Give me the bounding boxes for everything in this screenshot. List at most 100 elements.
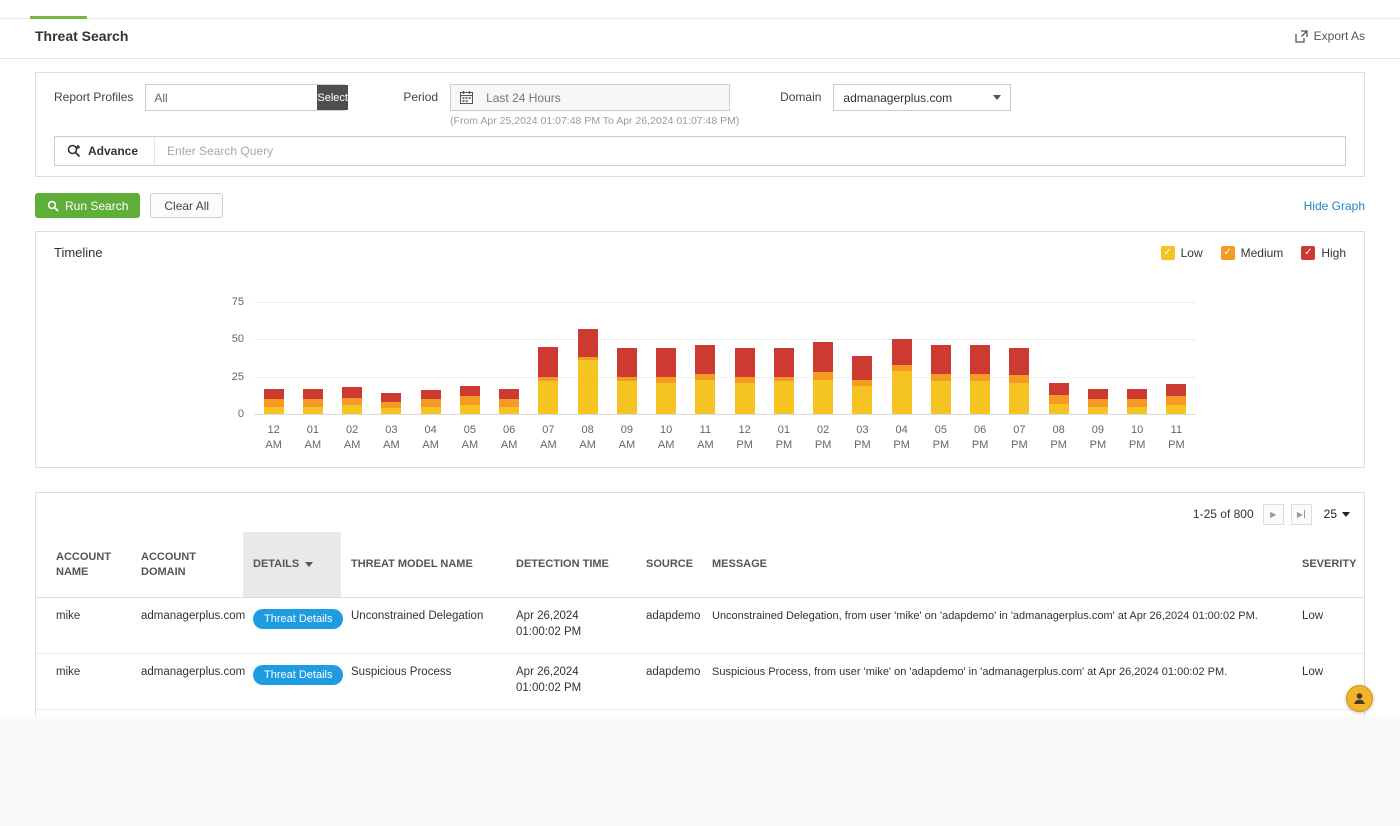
advance-search-button[interactable]: Advance <box>55 137 155 165</box>
bar-area <box>1088 284 1108 414</box>
chart-slot: 07PM <box>1000 284 1039 453</box>
bar-segment-low <box>421 407 441 415</box>
select-button[interactable]: Select <box>317 85 348 110</box>
bar-segment-medium <box>970 374 990 382</box>
stacked-bar[interactable] <box>735 348 755 414</box>
col-message: MESSAGE <box>702 532 1292 598</box>
domain-select[interactable]: admanagerplus.com <box>833 84 1011 111</box>
legend-item-medium[interactable]: ✓Medium <box>1221 246 1284 260</box>
stacked-bar[interactable] <box>499 389 519 415</box>
stacked-bar[interactable] <box>1049 383 1069 415</box>
bar-segment-high <box>303 389 323 400</box>
chart-slot: 01AM <box>293 284 332 453</box>
stacked-bar[interactable] <box>1166 384 1186 414</box>
chart-slot: 09PM <box>1078 284 1117 453</box>
pagination-bar: 1-25 of 800 ▶ ▶ 25 <box>36 493 1364 532</box>
stacked-bar[interactable] <box>970 345 990 414</box>
last-page-button[interactable]: ▶ <box>1291 504 1312 525</box>
bar-area <box>303 284 323 414</box>
filter-panel: Report Profiles Select Period Last 24 Ho… <box>35 72 1365 177</box>
chart-slots: 12AM01AM02AM03AM04AM05AM06AM07AM08AM09AM… <box>254 284 1196 453</box>
cell-account-name: mike <box>36 598 131 654</box>
col-account-name: ACCOUNT NAME <box>36 532 131 598</box>
bar-segment-low <box>1009 383 1029 415</box>
stacked-bar[interactable] <box>617 348 637 414</box>
legend-checkbox-medium-icon[interactable]: ✓ <box>1221 246 1235 260</box>
stacked-bar[interactable] <box>381 393 401 414</box>
x-axis-label: 01PM <box>776 423 793 453</box>
stacked-bar[interactable] <box>774 348 794 414</box>
legend-item-high[interactable]: ✓High <box>1301 246 1346 260</box>
threat-table-body: mike admanagerplus.com Threat Details Un… <box>36 598 1364 716</box>
bar-segment-low <box>342 405 362 414</box>
stacked-bar[interactable] <box>538 347 558 415</box>
cell-source: adapdemo <box>636 598 702 654</box>
timeline-panel: Timeline ✓Low✓Medium✓High 12AM01AM02AM03… <box>35 231 1365 468</box>
page-size-value: 25 <box>1324 507 1337 521</box>
stacked-bar[interactable] <box>1088 389 1108 415</box>
legend-checkbox-high-icon[interactable]: ✓ <box>1301 246 1315 260</box>
cell-details: Threat Details <box>243 710 341 716</box>
run-search-button[interactable]: Run Search <box>35 193 140 218</box>
advanced-search-bar: Advance <box>54 136 1346 166</box>
bar-segment-low <box>1088 407 1108 415</box>
stacked-bar[interactable] <box>460 386 480 415</box>
stacked-bar[interactable] <box>421 390 441 414</box>
bar-segment-high <box>538 347 558 377</box>
stacked-bar[interactable] <box>695 345 715 414</box>
stacked-bar[interactable] <box>1009 348 1029 414</box>
bar-segment-medium <box>1127 399 1147 407</box>
stacked-bar[interactable] <box>342 387 362 414</box>
bar-segment-low <box>852 386 872 415</box>
col-details[interactable]: DETAILS <box>243 532 341 598</box>
support-bot-button[interactable] <box>1346 685 1373 712</box>
x-axis-label: 07PM <box>1011 423 1028 453</box>
cell-detection-time: Apr 26,2024 01:00:02 PM <box>506 710 636 716</box>
bar-area <box>735 284 755 414</box>
threat-details-button[interactable]: Threat Details <box>253 665 343 685</box>
period-block: Last 24 Hours (From Apr 25,2024 01:07:48… <box>450 84 730 127</box>
x-axis-label: 04AM <box>422 423 439 453</box>
stacked-bar[interactable] <box>656 348 676 414</box>
threat-details-button[interactable]: Threat Details <box>253 609 343 629</box>
bar-segment-high <box>1127 389 1147 400</box>
legend-item-low[interactable]: ✓ Low <box>1161 246 1203 260</box>
bar-area <box>656 284 676 414</box>
bar-area <box>538 284 558 414</box>
advance-search-icon <box>67 144 81 158</box>
stacked-bar[interactable] <box>813 342 833 414</box>
search-query-input[interactable] <box>155 137 1345 165</box>
hide-graph-link[interactable]: Hide Graph <box>1304 199 1365 213</box>
bar-segment-high <box>578 329 598 358</box>
report-profiles-field[interactable]: Select <box>145 84 345 111</box>
bar-area <box>617 284 637 414</box>
stacked-bar[interactable] <box>264 389 284 415</box>
bar-segment-low <box>735 383 755 415</box>
chart-slot: 04AM <box>411 284 450 453</box>
cell-threat-model: Suspicious Process <box>341 654 506 710</box>
bar-segment-low <box>460 405 480 414</box>
x-axis-label: 02PM <box>815 423 832 453</box>
x-axis-label: 05PM <box>933 423 950 453</box>
page-size-dropdown[interactable]: 25 <box>1324 507 1350 521</box>
export-as-button[interactable]: Export As <box>1295 29 1365 43</box>
stacked-bar[interactable] <box>303 389 323 415</box>
report-profiles-input[interactable] <box>146 85 317 110</box>
stacked-bar[interactable] <box>931 345 951 414</box>
legend-checkbox-low-icon[interactable]: ✓ <box>1161 246 1175 260</box>
stacked-bar[interactable] <box>892 339 912 414</box>
stacked-bar[interactable] <box>1127 389 1147 415</box>
legend-label: Low <box>1181 246 1203 260</box>
bar-area <box>774 284 794 414</box>
x-axis-label: 03PM <box>854 423 871 453</box>
cell-account-domain: admanagerplus.com <box>131 654 243 710</box>
page-header: Threat Search Export As <box>0 0 1400 59</box>
chart-slot: 02PM <box>804 284 843 453</box>
stacked-bar[interactable] <box>578 329 598 415</box>
period-field[interactable]: Last 24 Hours <box>450 84 730 111</box>
clear-all-button[interactable]: Clear All <box>150 193 223 218</box>
chart-slot: 10PM <box>1118 284 1157 453</box>
cell-details: Threat Details <box>243 654 341 710</box>
stacked-bar[interactable] <box>852 356 872 415</box>
next-page-button[interactable]: ▶ <box>1263 504 1284 525</box>
